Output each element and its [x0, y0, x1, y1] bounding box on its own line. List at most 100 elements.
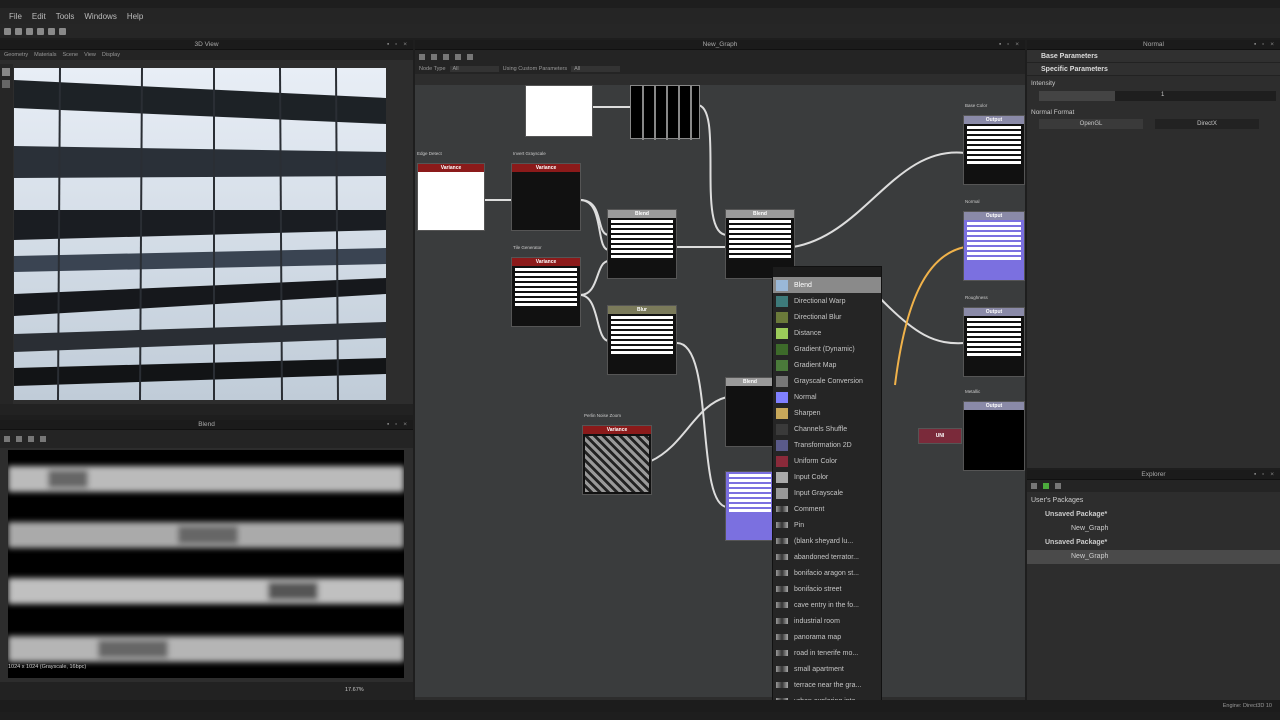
view3d-menu-geometry[interactable]: Geometry [4, 52, 28, 58]
node-variance-2[interactable]: Variance [511, 163, 581, 231]
tile-pattern [642, 86, 692, 140]
preview-tool-2-icon[interactable] [16, 436, 22, 442]
context-menu-item-label: road in tenerife mo... [794, 649, 859, 657]
context-menu-item[interactable]: Input Color [773, 469, 881, 485]
context-menu-item[interactable]: panorama map [773, 629, 881, 645]
opengl-button[interactable]: OpenGL [1039, 119, 1143, 129]
output-metallic[interactable]: Output [963, 401, 1025, 471]
explorer-graph-1[interactable]: New_Graph [1031, 522, 1276, 536]
menu-file[interactable]: File [4, 12, 27, 21]
open-icon[interactable] [15, 27, 22, 35]
node-uniform-color[interactable]: UNI [918, 428, 962, 444]
output-base-color[interactable]: Output [963, 115, 1025, 185]
zoom-level[interactable]: 17.67% [345, 687, 364, 693]
node-header: Blend [608, 210, 676, 218]
explorer-play-icon[interactable] [1043, 483, 1049, 489]
node-blend-1[interactable]: Blend [607, 209, 677, 279]
context-menu-item[interactable]: Gradient (Dynamic) [773, 341, 881, 357]
intensity-slider[interactable]: 1 [1039, 91, 1276, 101]
paint-tool-icon[interactable] [2, 80, 10, 88]
filter-dropdown[interactable]: All [449, 66, 499, 72]
view3d-menu-materials[interactable]: Materials [34, 52, 56, 58]
view3d-menu-view[interactable]: View [84, 52, 96, 58]
context-menu-item-label: Directional Blur [794, 313, 842, 321]
output-normal[interactable]: Output [963, 211, 1025, 281]
output-roughness[interactable]: Output [963, 307, 1025, 377]
context-menu-item[interactable]: Comment [773, 501, 881, 517]
context-menu-item[interactable]: Sharpen [773, 405, 881, 421]
node-white-top[interactable] [525, 85, 593, 137]
graph-tool-5-icon[interactable] [467, 54, 473, 60]
menu-windows[interactable]: Windows [79, 12, 121, 21]
explorer-graph-2[interactable]: New_Graph [1027, 550, 1280, 564]
preview-tool-4-icon[interactable] [40, 436, 46, 442]
context-menu-item[interactable]: Blend [773, 277, 881, 293]
node-header: Output [964, 116, 1024, 124]
context-menu-item[interactable]: Uniform Color [773, 453, 881, 469]
context-menu-item[interactable]: Distance [773, 325, 881, 341]
undo-icon[interactable] [48, 27, 55, 35]
3d-viewport[interactable] [14, 68, 386, 400]
node-tile-top[interactable] [630, 85, 700, 140]
node-blur[interactable]: Blur [607, 305, 677, 375]
view3d-menu-display[interactable]: Display [102, 52, 120, 58]
context-menu-item[interactable]: abandoned terrator... [773, 549, 881, 565]
context-menu-item[interactable]: Pin [773, 517, 881, 533]
graph-tool-1-icon[interactable] [419, 54, 425, 60]
specific-parameters-section[interactable]: Specific Parameters [1027, 63, 1280, 76]
context-menu-item-label: Blend [794, 281, 812, 289]
context-menu-search[interactable] [773, 267, 881, 277]
context-menu-item-label: Gradient Map [794, 361, 837, 369]
context-menu-item[interactable]: cave entry in the fo... [773, 597, 881, 613]
explorer-tool-icon[interactable] [1055, 483, 1061, 489]
graph-canvas[interactable]: Edge Detect Variance Invert Grayscale Va… [415, 85, 1025, 697]
node-normal[interactable] [725, 471, 775, 541]
context-menu-item[interactable]: Normal [773, 389, 881, 405]
node-type-swatch-icon [776, 682, 788, 688]
node-blend-3[interactable]: Blend [725, 377, 775, 447]
context-menu-item[interactable]: Directional Warp [773, 293, 881, 309]
node-type-swatch-icon [776, 343, 788, 355]
context-menu-item[interactable]: (blank sheyard lu... [773, 533, 881, 549]
save-all-icon[interactable] [37, 27, 44, 35]
menu-edit[interactable]: Edit [27, 12, 51, 21]
context-menu-item[interactable]: Channels Shuffle [773, 421, 881, 437]
custom-dropdown[interactable]: All [571, 66, 621, 72]
explorer-package-2[interactable]: Unsaved Package* [1031, 536, 1276, 550]
select-tool-icon[interactable] [2, 68, 10, 76]
base-parameters-section[interactable]: Base Parameters [1027, 50, 1280, 63]
context-menu-item[interactable]: bonifacio street [773, 581, 881, 597]
context-menu-item[interactable]: small apartment [773, 661, 881, 677]
graph-tool-3-icon[interactable] [443, 54, 449, 60]
explorer-package-1[interactable]: Unsaved Package* [1031, 508, 1276, 522]
context-menu-item[interactable]: road in tenerife mo... [773, 645, 881, 661]
context-menu-item[interactable]: industrial room [773, 613, 881, 629]
preview-tool-1-icon[interactable] [4, 436, 10, 442]
save-icon[interactable] [26, 27, 33, 35]
context-menu-item[interactable]: Directional Blur [773, 309, 881, 325]
node-variance-1[interactable]: Variance [417, 163, 485, 231]
new-icon[interactable] [4, 27, 11, 35]
context-menu-item[interactable]: terrace near the gra... [773, 677, 881, 693]
preview-tool-3-icon[interactable] [28, 436, 34, 442]
node-variance-noise[interactable]: Variance [582, 425, 652, 495]
context-menu-item[interactable]: Transformation 2D [773, 437, 881, 453]
intensity-value[interactable]: 1 [1161, 92, 1164, 98]
context-menu-item[interactable]: Grayscale Conversion [773, 373, 881, 389]
label-invert-grayscale: Invert Grayscale [513, 151, 546, 156]
view3d-menu-scene[interactable]: Scene [62, 52, 78, 58]
context-menu-item[interactable]: bonifacio aragon st... [773, 565, 881, 581]
context-menu-item[interactable]: Input Grayscale [773, 485, 881, 501]
intensity-slider-fill [1039, 91, 1115, 101]
node-variance-3[interactable]: Variance [511, 257, 581, 327]
preview-image[interactable] [8, 450, 404, 678]
menu-help[interactable]: Help [122, 12, 148, 21]
context-menu-item[interactable]: Gradient Map [773, 357, 881, 373]
explorer-new-icon[interactable] [1031, 483, 1037, 489]
view3d-toolbar: Geometry Materials Scene View Display [0, 50, 413, 60]
graph-tool-2-icon[interactable] [431, 54, 437, 60]
redo-icon[interactable] [59, 27, 66, 35]
graph-tool-4-icon[interactable] [455, 54, 461, 60]
menu-tools[interactable]: Tools [51, 12, 80, 21]
directx-button[interactable]: DirectX [1155, 119, 1259, 129]
